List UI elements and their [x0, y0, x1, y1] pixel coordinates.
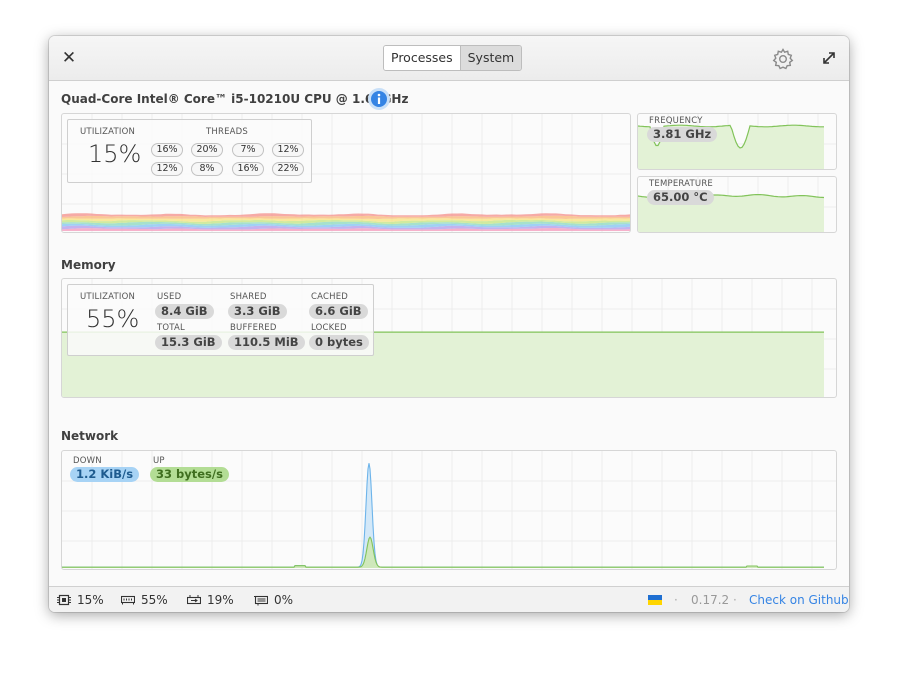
separator: · [674, 593, 678, 607]
gpu-icon [254, 595, 268, 606]
status-swap-value: 19% [207, 593, 234, 607]
info-icon [368, 88, 390, 110]
settings-button[interactable] [771, 47, 795, 71]
memory-shared-label: SHARED [230, 292, 267, 302]
network-graph-panel: DOWN 1.2 KiB/s UP 33 bytes/s [61, 450, 837, 570]
cpu-title: Quad-Core Intel® Core™ i5-10210U CPU @ 1… [61, 92, 409, 106]
memory-icon [121, 595, 135, 605]
header-bar: ✕ Processes System [49, 36, 849, 81]
network-down-value: 1.2 KiB/s [70, 467, 140, 482]
network-title: Network [61, 429, 119, 443]
memory-utilization-label: UTILIZATION [80, 292, 136, 302]
memory-cached-label: CACHED [311, 292, 349, 302]
cpu-utilization-value: 15% [88, 140, 142, 168]
memory-used-value: 8.4 GiB [155, 304, 214, 319]
tab-processes[interactable]: Processes [384, 46, 460, 70]
memory-title: Memory [61, 258, 116, 272]
close-icon: ✕ [61, 48, 77, 68]
status-gpu-value: 0% [274, 593, 294, 607]
memory-locked-label: LOCKED [311, 323, 347, 333]
network-down-label: DOWN [73, 456, 102, 466]
network-up-area [62, 537, 824, 568]
thread-usage-pill: 8% [191, 162, 223, 176]
github-link[interactable]: Check on Github [749, 593, 849, 607]
thread-usage-pill: 7% [232, 143, 264, 157]
frequency-label: FREQUENCY [649, 116, 703, 126]
gear-icon [772, 48, 794, 70]
tab-system[interactable]: System [459, 46, 522, 70]
memory-graph-panel: UTILIZATION 55% USED 8.4 GiB SHARED 3.3 … [61, 278, 837, 398]
version-label: 0.17.2 [691, 593, 730, 607]
status-bar: 15% 55% 19% 0% · 0.17.2 · Check on Githu… [49, 586, 849, 612]
memory-shared-value: 3.3 GiB [228, 304, 287, 319]
frequency-panel: FREQUENCY 3.81 GHz [637, 113, 837, 170]
thread-usage-pill: 12% [151, 162, 183, 176]
memory-buffered-value: 110.5 MiB [228, 335, 305, 350]
ukraine-flag-icon [648, 595, 662, 605]
cpu-graph-panel: UTILIZATION 15% THREADS 16% 20% 7% 12% 1… [61, 113, 631, 233]
memory-utilization-value: 55% [86, 305, 140, 333]
cpu-stats-card: UTILIZATION 15% THREADS 16% 20% 7% 12% 1… [67, 119, 312, 183]
memory-stats-card: UTILIZATION 55% USED 8.4 GiB SHARED 3.3 … [67, 284, 374, 356]
memory-buffered-label: BUFFERED [230, 323, 277, 333]
cpu-icon [57, 594, 71, 606]
network-up-label: UP [153, 456, 165, 466]
status-memory: 55% [121, 593, 168, 607]
memory-used-label: USED [157, 292, 182, 302]
network-up-value: 33 bytes/s [150, 467, 229, 482]
cpu-info-button[interactable] [367, 87, 391, 111]
thread-usage-pill: 20% [191, 143, 223, 157]
status-cpu-value: 15% [77, 593, 104, 607]
memory-total-value: 15.3 GiB [155, 335, 222, 350]
cpu-utilization-label: UTILIZATION [80, 127, 136, 137]
maximize-button[interactable] [820, 49, 838, 67]
status-memory-value: 55% [141, 593, 168, 607]
frequency-value: 3.81 GHz [647, 127, 718, 142]
status-gpu: 0% [254, 593, 293, 607]
thread-usage-pill: 16% [151, 143, 183, 157]
memory-total-label: TOTAL [157, 323, 185, 333]
network-up-line [62, 536, 824, 568]
thread-usage-pill: 12% [272, 143, 304, 157]
temperature-panel: TEMPERATURE 65.00 °C [637, 176, 837, 233]
thread-usage-pill: 16% [232, 162, 264, 176]
memory-cached-value: 6.6 GiB [309, 304, 368, 319]
expand-icon [823, 52, 835, 64]
close-button[interactable]: ✕ [59, 48, 79, 68]
status-cpu: 15% [57, 593, 104, 607]
thread-usage-pill: 22% [272, 162, 304, 176]
status-swap: 19% [187, 593, 234, 607]
temperature-value: 65.00 °C [647, 190, 714, 205]
temperature-label: TEMPERATURE [649, 179, 713, 189]
swap-icon [187, 595, 201, 605]
app-window: ✕ Processes System Quad-Core Intel® Core… [49, 36, 849, 612]
cpu-threads-label: THREADS [206, 127, 249, 137]
separator: · [733, 593, 737, 607]
view-switcher: Processes System [383, 45, 523, 71]
memory-locked-value: 0 bytes [309, 335, 369, 350]
